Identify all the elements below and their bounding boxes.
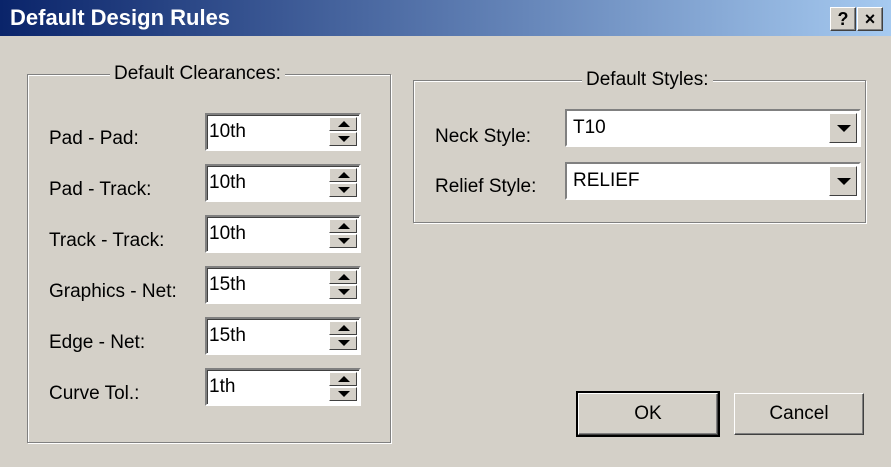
spin-up-icon[interactable] xyxy=(329,372,357,386)
graphics-net-label: Graphics - Net: xyxy=(49,281,177,302)
ok-button[interactable]: OK xyxy=(576,391,720,437)
neck-style-select[interactable]: T10 xyxy=(565,109,861,147)
chevron-down-icon[interactable] xyxy=(829,113,857,143)
cancel-button[interactable]: Cancel xyxy=(734,393,864,435)
styles-group-label: Default Styles: xyxy=(582,69,713,91)
track-track-spinner[interactable]: 10th xyxy=(205,215,361,253)
styles-group: Default Styles: xyxy=(413,69,866,223)
pad-track-value[interactable]: 10th xyxy=(209,172,246,194)
spin-up-icon[interactable] xyxy=(329,270,357,284)
spin-up-icon[interactable] xyxy=(329,117,357,131)
spin-down-icon[interactable] xyxy=(329,132,357,146)
edge-net-spinner[interactable]: 15th xyxy=(205,317,361,355)
relief-style-select[interactable]: RELIEF xyxy=(565,162,861,200)
graphics-net-spinner[interactable]: 15th xyxy=(205,266,361,304)
neck-style-label: Neck Style: xyxy=(435,126,532,147)
curve-tol-value[interactable]: 1th xyxy=(209,376,235,398)
spin-up-icon[interactable] xyxy=(329,219,357,233)
track-track-value[interactable]: 10th xyxy=(209,223,246,245)
spin-up-icon[interactable] xyxy=(329,321,357,335)
curve-tol-spinner[interactable]: 1th xyxy=(205,368,361,406)
curve-tol-label: Curve Tol.: xyxy=(49,383,140,404)
window-title: Default Design Rules xyxy=(10,5,231,30)
spin-down-icon[interactable] xyxy=(329,183,357,197)
edge-net-value[interactable]: 15th xyxy=(209,325,246,347)
chevron-down-icon[interactable] xyxy=(829,166,857,196)
help-button[interactable]: ? xyxy=(830,7,856,31)
pad-pad-spinner[interactable]: 10th xyxy=(205,113,361,151)
clearances-group-label: Default Clearances: xyxy=(110,63,285,85)
pad-track-spinner[interactable]: 10th xyxy=(205,164,361,202)
spin-down-icon[interactable] xyxy=(329,387,357,401)
spin-down-icon[interactable] xyxy=(329,234,357,248)
graphics-net-value[interactable]: 15th xyxy=(209,274,246,296)
edge-net-label: Edge - Net: xyxy=(49,332,146,353)
spin-down-icon[interactable] xyxy=(329,285,357,299)
pad-pad-value[interactable]: 10th xyxy=(209,121,246,143)
neck-style-value[interactable]: T10 xyxy=(573,117,606,139)
track-track-label: Track - Track: xyxy=(49,230,165,251)
pad-pad-label: Pad - Pad: xyxy=(49,128,139,149)
spin-up-icon[interactable] xyxy=(329,168,357,182)
pad-track-label: Pad - Track: xyxy=(49,179,152,200)
spin-down-icon[interactable] xyxy=(329,336,357,350)
title-bar: Default Design Rules ? × xyxy=(0,0,891,36)
close-button[interactable]: × xyxy=(857,7,883,31)
relief-style-label: Relief Style: xyxy=(435,176,537,197)
relief-style-value[interactable]: RELIEF xyxy=(573,170,640,192)
